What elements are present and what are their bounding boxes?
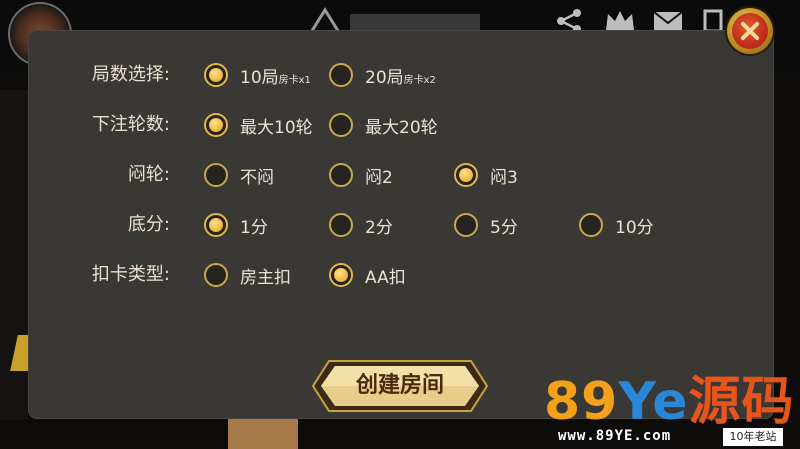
radio-option[interactable]: 10局房卡x1 [204, 60, 311, 90]
radio-option[interactable]: 最大10轮 [204, 110, 313, 140]
radio-unchecked-icon [329, 63, 353, 87]
radio-checked-icon [204, 113, 228, 137]
row-label: 底分: [127, 214, 170, 235]
watermark-brand: 89Ye源码 [544, 372, 795, 432]
radio-unchecked-icon [329, 113, 353, 137]
radio-option-label: AA扣 [365, 267, 406, 288]
row-label: 闷轮: [127, 164, 170, 185]
radio-option-sublabel: 房卡x2 [403, 74, 436, 86]
create-room-button[interactable]: 创建房间 [311, 357, 489, 415]
row-label: 局数选择: [91, 64, 170, 85]
radio-option[interactable]: 不闷 [204, 160, 274, 190]
radio-option[interactable]: 闷2 [329, 160, 393, 190]
radio-option[interactable]: 1分 [204, 210, 268, 240]
radio-unchecked-icon [579, 213, 603, 237]
row-label: 扣卡类型: [91, 264, 170, 285]
radio-option-label: 闷3 [490, 167, 518, 188]
create-room-label: 创建房间 [355, 373, 444, 398]
radio-option-label: 房主扣 [240, 267, 291, 288]
radio-option[interactable]: 20局房卡x2 [329, 60, 436, 90]
radio-option[interactable]: 5分 [454, 210, 518, 240]
radio-unchecked-icon [204, 263, 228, 287]
close-icon [732, 13, 768, 49]
radio-option-sublabel: 房卡x1 [278, 74, 311, 86]
radio-option[interactable]: 最大20轮 [329, 110, 438, 140]
radio-option-label: 10分 [615, 217, 654, 238]
radio-option-label: 最大20轮 [365, 117, 438, 138]
close-button[interactable] [727, 8, 773, 54]
radio-option-label: 最大10轮 [240, 117, 313, 138]
radio-option-label: 闷2 [365, 167, 393, 188]
radio-option-label: 1分 [240, 217, 268, 238]
radio-checked-icon [454, 163, 478, 187]
radio-checked-icon [204, 63, 228, 87]
radio-option-label: 5分 [490, 217, 518, 238]
watermark: 89Ye源码 www.89YE.com 10年老站 [544, 372, 800, 449]
radio-option[interactable]: 闷3 [454, 160, 518, 190]
radio-checked-icon [204, 213, 228, 237]
radio-option[interactable]: AA扣 [329, 260, 406, 290]
radio-option[interactable]: 2分 [329, 210, 393, 240]
radio-unchecked-icon [204, 163, 228, 187]
radio-unchecked-icon [329, 163, 353, 187]
radio-unchecked-icon [454, 213, 478, 237]
radio-option[interactable]: 10分 [579, 210, 654, 240]
row-label: 下注轮数: [91, 114, 170, 135]
radio-option-label: 不闷 [240, 167, 274, 188]
table-decoration [228, 418, 298, 449]
radio-option-label: 2分 [365, 217, 393, 238]
watermark-url: www.89YE.com [558, 428, 672, 444]
radio-option-label: 20局房卡x2 [365, 67, 436, 88]
radio-unchecked-icon [329, 213, 353, 237]
radio-option-label: 10局房卡x1 [240, 67, 311, 88]
watermark-tag: 10年老站 [723, 428, 783, 446]
radio-option[interactable]: 房主扣 [204, 260, 291, 290]
radio-checked-icon [329, 263, 353, 287]
